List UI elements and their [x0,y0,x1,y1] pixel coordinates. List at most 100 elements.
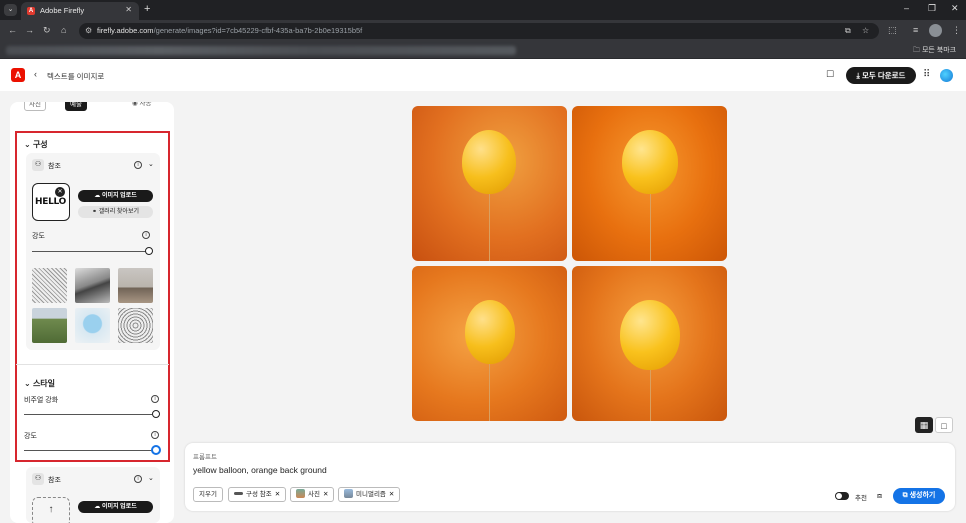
remove-chip-icon[interactable]: ✕ [323,491,328,498]
generate-label: 생성하기 [909,492,936,499]
upload-drop-zone[interactable]: ↑ [32,497,70,523]
section-divider [16,364,169,365]
generated-image-2[interactable] [572,106,727,261]
minimalism-chip-icon [344,489,353,498]
composition-thumb-2[interactable] [75,268,110,303]
prompt-input[interactable]: yellow balloon, orange back ground [193,465,327,475]
style-upload-image-label: 이미지 업로드 [101,504,137,510]
style-strength-slider-track[interactable] [24,450,152,451]
style-strength-label: 강도 [24,433,37,440]
url-path: /generate/images?id=7cb45229-cfbf-435a-b… [153,26,363,35]
reference-image[interactable]: HELLO ✕ [32,183,70,221]
content-type-auto-label: 자동 [139,102,152,107]
minimize-icon[interactable]: – [904,3,909,13]
extensions-icon[interactable]: ⬚ [888,25,897,36]
adobe-logo-icon[interactable]: A [11,68,25,82]
style-section-toggle[interactable]: ⌄ 스타일 [24,378,55,389]
composition-section-toggle[interactable]: ⌄ 구성 [24,139,48,150]
style-ref-chevron-icon[interactable]: ⌄ [148,474,154,482]
style-reference-card: ⚇ 참조 i ⌄ ↑ ☁ 이미지 업로드 [26,467,160,523]
chip-photo-label: 사진 [308,491,320,498]
hello-text: HELLO [35,197,66,207]
chip-composition-label: 구성 참조 [246,491,272,498]
content-type-auto[interactable]: ◉ 자동 [128,102,155,111]
clear-label: 지우기 [199,491,217,498]
strength-info-icon[interactable]: i [142,231,150,239]
browser-tab[interactable]: A Adobe Firefly ✕ [21,2,139,20]
strength-slider-knob[interactable] [145,247,153,255]
reading-list-icon[interactable]: ≡ [913,25,918,35]
translate-icon[interactable]: ⧉ [845,26,851,36]
address-bar[interactable]: ⚙ firefly.adobe.com/generate/images?id=7… [79,23,879,39]
visual-intensity-slider-knob[interactable] [152,410,160,418]
url-text: firefly.adobe.com/generate/images?id=7cb… [97,26,362,35]
prompt-settings-icon[interactable]: ⧈ [877,491,882,501]
visual-intensity-slider-track[interactable] [24,414,152,415]
info-icon[interactable]: i [134,161,142,169]
single-view-icon[interactable]: □ [935,417,953,433]
chip-minimalism-label: 미니멀리즘 [356,491,386,498]
forward-arrow-icon[interactable]: → [25,25,34,35]
browse-gallery-label: 갤러리 찾아보기 [98,209,139,215]
style-ref-info-icon[interactable]: i [134,475,142,483]
restore-icon[interactable]: ❐ [928,3,936,14]
generated-image-1[interactable] [412,106,567,261]
recommend-toggle[interactable] [835,492,849,500]
style-strength-info-icon[interactable]: i [151,431,159,439]
strength-slider-track[interactable] [32,251,148,252]
site-info-icon[interactable]: ⚙ [85,26,92,35]
style-strength-slider-knob[interactable] [151,445,161,455]
tab-search-icon[interactable]: ⌄ [4,4,17,16]
balloon-3 [465,300,515,364]
balloon-1 [462,130,516,194]
content-type-photo[interactable]: 사진 [24,102,46,111]
remove-chip-icon[interactable]: ✕ [389,491,394,498]
chip-photo[interactable]: 사진 ✕ [290,487,335,502]
user-avatar[interactable] [940,69,953,82]
photo-chip-icon [296,489,305,498]
browser-toolbar: ← → ↻ ⌂ ⚙ firefly.adobe.com/generate/ima… [0,20,966,42]
apps-grid-icon[interactable]: ⠿ [923,69,930,80]
back-arrow-icon[interactable]: ← [8,25,17,35]
composition-thumb-4[interactable] [32,308,67,343]
balloon-2 [622,130,678,194]
composition-thumb-3[interactable] [118,268,153,303]
generated-image-3[interactable] [412,266,567,421]
grid-view-icon[interactable]: ▦ [915,417,933,433]
composition-thumb-1[interactable] [32,268,67,303]
prompt-box: 프롬프트 yellow balloon, orange back ground … [185,443,955,511]
composition-thumb-6[interactable] [118,308,153,343]
tab-close-icon[interactable]: ✕ [125,5,132,14]
generated-image-4[interactable] [572,266,727,421]
new-tab-icon[interactable]: + [144,3,150,15]
composition-thumb-5[interactable] [75,308,110,343]
remove-chip-icon[interactable]: ✕ [275,491,280,498]
browser-menu-icon[interactable]: ⋮ [952,25,961,36]
browse-gallery-button[interactable]: ⚭ 갤러리 찾아보기 [78,206,153,218]
balloon-string-4 [650,370,651,421]
chip-minimalism[interactable]: 미니멀리즘 ✕ [338,487,401,502]
reload-icon[interactable]: ↻ [43,25,51,36]
balloon-string-1 [489,194,490,261]
close-window-icon[interactable]: ✕ [951,3,959,14]
bookmarks-bar: 🗀 모든 북마크 [0,42,966,59]
home-icon[interactable]: ⌂ [61,25,66,35]
feedback-icon[interactable]: ☐ [826,69,834,80]
breadcrumb[interactable]: 텍스트를 이미지로 [47,71,104,82]
download-all-button[interactable]: ⤓ 모두 다운로드 [846,67,916,84]
chip-composition-reference[interactable]: 구성 참조 ✕ [228,487,287,502]
composition-reference-card: ⚇ 참조 i ⌄ HELLO ✕ ☁ 이미지 업로드 ⚭ 갤러리 찾아보기 강도… [26,153,160,350]
strength-label: 강도 [32,233,45,240]
profile-avatar[interactable] [929,24,942,37]
remove-reference-icon[interactable]: ✕ [55,187,65,197]
content-type-art[interactable]: 예술 [65,102,87,111]
visual-intensity-info-icon[interactable]: i [151,395,159,403]
upload-image-button[interactable]: ☁ 이미지 업로드 [78,190,153,202]
clear-button[interactable]: 지우기 [193,487,223,502]
bookmark-star-icon[interactable]: ☆ [862,26,869,35]
chevron-down-icon[interactable]: ⌄ [148,160,154,168]
all-bookmarks-folder[interactable]: 🗀 모든 북마크 [913,45,956,57]
back-chevron-icon[interactable]: ‹ [34,69,37,79]
style-upload-image-button[interactable]: ☁ 이미지 업로드 [78,501,153,513]
generate-button[interactable]: ⧉ 생성하기 [893,488,945,504]
